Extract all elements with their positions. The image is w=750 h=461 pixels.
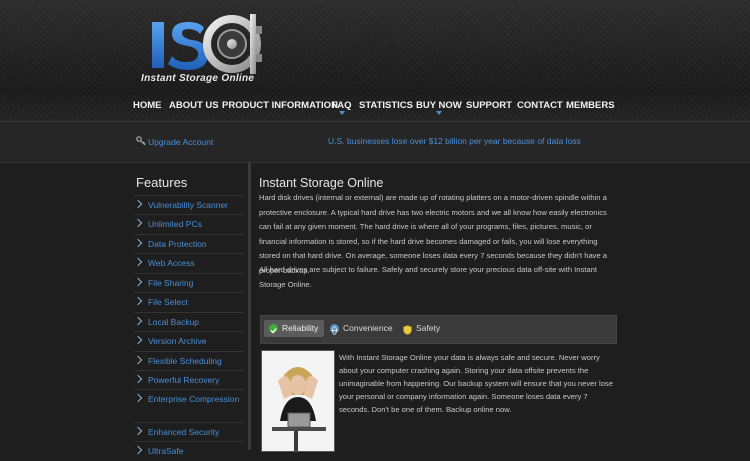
check-icon	[269, 324, 278, 334]
chevron-down-icon	[435, 111, 442, 115]
sidebar-item-enhanced-security[interactable]: Enhanced Security	[133, 422, 244, 442]
nav-product-information[interactable]: PRODUCT INFORMATION	[222, 100, 338, 111]
sidebar-item-powerful-recovery[interactable]: Powerful Recovery	[133, 370, 244, 390]
sidebar-item-label: UltraSafe	[148, 446, 184, 456]
nav-contact[interactable]: CONTACT	[517, 100, 563, 111]
sidebar-item-label: Web Access	[148, 258, 195, 268]
sidebar-item-label: Data Protection	[148, 239, 207, 249]
tab-convenience-label: Convenience	[343, 323, 393, 333]
chevron-right-icon	[133, 335, 143, 345]
nav-statistics[interactable]: STATISTICS	[359, 100, 413, 111]
chevron-right-icon	[133, 257, 143, 267]
logo-tagline: Instant Storage Online	[141, 73, 255, 84]
sidebar-item-flexible-scheduling[interactable]: Flexible Scheduling	[133, 351, 244, 371]
chevron-down-icon	[338, 111, 345, 115]
sidebar-item-label: Version Archive	[148, 336, 207, 346]
sidebar-item-ultrasafe[interactable]: UltraSafe	[133, 441, 244, 461]
tab-safety[interactable]: Safety	[398, 320, 446, 337]
sidebar-item-label: File Select	[148, 297, 188, 307]
nav-faq-label: FAQ	[332, 100, 352, 111]
chevron-right-icon	[133, 238, 143, 248]
sidebar-item-label: Enhanced Security	[148, 427, 220, 437]
tab-safety-label: Safety	[416, 323, 441, 333]
summary-paragraph: All hard drives are subject to failure. …	[259, 265, 597, 289]
nav-buy-now-label: BUY NOW	[416, 100, 462, 111]
tab-convenience[interactable]: Convenience	[325, 320, 399, 337]
sidebar-item-file-sharing[interactable]: File Sharing	[133, 273, 244, 293]
chevron-right-icon	[133, 218, 143, 228]
sidebar-item-local-backup[interactable]: Local Backup	[133, 312, 244, 332]
data-loss-ticker[interactable]: U.S. businesses lose over $12 billion pe…	[328, 136, 581, 146]
nav-buy-now[interactable]: BUY NOW	[416, 100, 462, 115]
sidebar-item-vulnerability-scanner[interactable]: Vulnerability Scanner	[133, 195, 244, 215]
sidebar-item-label: Local Backup	[148, 317, 200, 327]
tab-reliability[interactable]: Reliability	[264, 320, 325, 337]
sidebar-item-label: Enterprise Compression	[148, 394, 240, 404]
features-sidebar: Features Vulnerability Scanner Unlimited …	[130, 162, 251, 456]
key-icon	[136, 136, 146, 146]
sidebar-item-data-protection[interactable]: Data Protection	[133, 234, 244, 254]
chevron-right-icon	[133, 426, 143, 436]
sidebar-item-label: File Sharing	[148, 278, 194, 288]
chevron-right-icon	[133, 393, 143, 403]
upgrade-account-label: Upgrade Account	[148, 137, 214, 147]
sidebar-item-enterprise-compression[interactable]: Enterprise Compression	[133, 389, 244, 423]
sidebar-item-label: Vulnerability Scanner	[148, 200, 229, 210]
stressed-woman-photo	[261, 350, 335, 452]
shield-icon	[403, 324, 412, 335]
page-title: Instant Storage Online	[259, 176, 384, 190]
sidebar-item-label: Powerful Recovery	[148, 375, 220, 385]
sidebar-item-web-access[interactable]: Web Access	[133, 253, 244, 274]
chevron-right-icon	[133, 355, 143, 365]
upgrade-account-link[interactable]: Upgrade Account	[136, 136, 213, 147]
sidebar-item-file-select[interactable]: File Select	[133, 292, 244, 313]
sidebar-item-unlimited-pcs[interactable]: Unlimited PCs	[133, 214, 244, 235]
sidebar-item-label: Flexible Scheduling	[148, 356, 222, 366]
nav-home[interactable]: HOME	[133, 100, 162, 111]
chevron-right-icon	[133, 374, 143, 384]
tab-content-text: With Instant Storage Online your data is…	[339, 353, 613, 414]
feature-tabs: Reliability Convenience Safety	[260, 315, 617, 344]
chevron-right-icon	[133, 296, 143, 306]
nav-members[interactable]: MEMBERS	[566, 100, 615, 111]
chevron-right-icon	[133, 199, 143, 209]
chevron-right-icon	[133, 277, 143, 287]
tab-reliability-label: Reliability	[282, 323, 319, 333]
features-heading: Features	[136, 175, 188, 190]
sidebar-item-version-archive[interactable]: Version Archive	[133, 331, 244, 352]
chevron-right-icon	[133, 316, 143, 326]
nav-faq[interactable]: FAQ	[332, 100, 352, 115]
sidebar-item-label: Unlimited PCs	[148, 219, 202, 229]
nav-support[interactable]: SUPPORT	[466, 100, 512, 111]
globe-icon	[330, 324, 339, 335]
site-header: Instant Storage Online HOME ABOUT US PRO…	[0, 0, 750, 121]
nav-about-us[interactable]: ABOUT US	[169, 100, 219, 111]
chevron-right-icon	[133, 445, 143, 455]
